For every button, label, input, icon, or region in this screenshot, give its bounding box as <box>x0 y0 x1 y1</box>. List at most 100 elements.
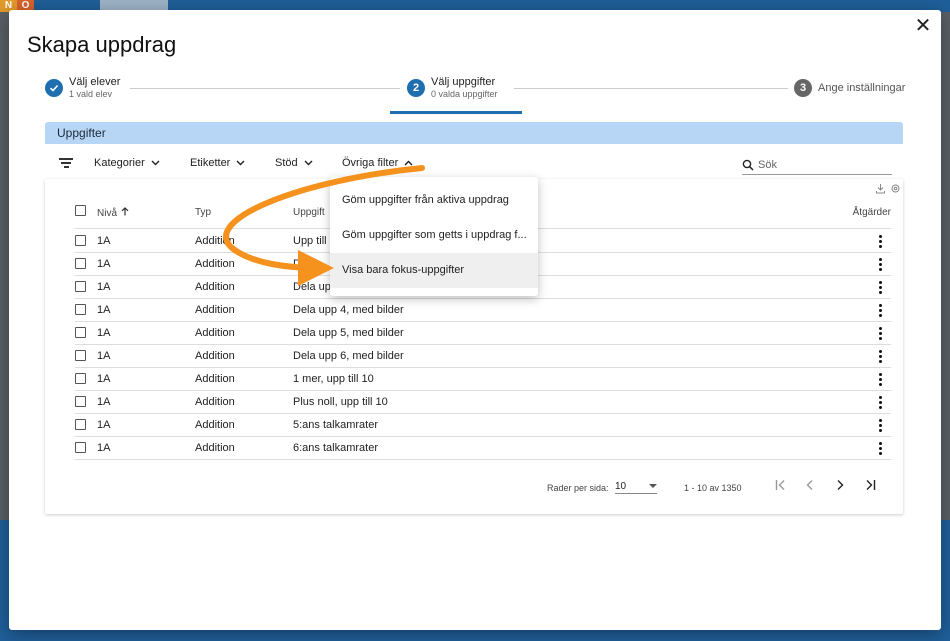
search-icon <box>742 158 756 172</box>
step-select-tasks[interactable]: 2 Välj uppgifter 0 valda uppgifter <box>407 76 498 99</box>
step-subtitle: 1 vald elev <box>69 89 113 99</box>
cell-level: 1A <box>97 281 111 293</box>
range-text: 1 - 10 av 1350 <box>684 483 742 493</box>
menu-item-hide-assigned[interactable]: Göm uppgifter som getts i uppdrag f... <box>330 218 538 253</box>
sort-arrow-up-icon <box>121 207 129 219</box>
rows-per-page-select[interactable]: 10 <box>615 481 657 494</box>
create-assignment-modal: ✕ Skapa uppdrag Välj elever 1 vald elev … <box>9 10 941 630</box>
cell-level: 1A <box>97 396 111 408</box>
last-page-icon[interactable] <box>863 478 876 494</box>
cell-type: Addition <box>195 327 235 339</box>
table-row[interactable]: 1A Addition Dela upp 6, med bilder <box>75 345 891 368</box>
table-row[interactable]: 1A Addition Dela upp 4, med bilder <box>75 299 891 322</box>
cell-level: 1A <box>97 327 111 339</box>
settings-icon[interactable] <box>890 183 901 194</box>
cell-type: Addition <box>195 350 235 362</box>
other-filters-menu: Göm uppgifter från aktiva uppdrag Göm up… <box>330 177 538 296</box>
more-actions-icon[interactable] <box>879 327 883 340</box>
previous-page-icon[interactable] <box>805 478 815 494</box>
more-actions-icon[interactable] <box>879 350 883 363</box>
step-subtitle: 0 valda uppgifter <box>431 89 498 99</box>
more-actions-icon[interactable] <box>879 419 883 432</box>
filter-other-button[interactable]: Övriga filter <box>342 157 413 169</box>
filter-label: Etiketter <box>190 157 231 169</box>
table-row[interactable]: 1A Addition Dela upp 5, med bilder <box>75 322 891 345</box>
cell-type: Addition <box>195 419 235 431</box>
filter-icon[interactable] <box>59 158 73 168</box>
step-settings[interactable]: 3 Ange inställningar <box>794 79 905 97</box>
cell-task: 6:ans talkamrater <box>293 442 378 454</box>
cell-task: Dela upp 4, med bilder <box>293 304 404 316</box>
select-all-checkbox[interactable] <box>75 205 86 216</box>
filter-bar: Kategorier Etiketter Stöd Övriga filter <box>45 150 903 178</box>
filter-label: Kategorier <box>94 157 145 169</box>
step-title: Välj elever <box>69 76 121 88</box>
menu-item-hide-active[interactable]: Göm uppgifter från aktiva uppdrag <box>330 183 538 218</box>
next-page-icon[interactable] <box>835 478 845 494</box>
cell-task: Dela upp 6, med bilder <box>293 350 404 362</box>
chevron-down-icon <box>304 158 313 168</box>
step-number: 2 <box>407 78 425 97</box>
more-actions-icon[interactable] <box>879 258 883 271</box>
more-actions-icon[interactable] <box>879 304 883 317</box>
row-checkbox[interactable] <box>75 281 86 292</box>
column-type[interactable]: Typ <box>195 207 211 218</box>
pagination: Rader per sida: 10 1 - 10 av 1350 <box>45 475 903 505</box>
rows-per-page-label: Rader per sida: <box>547 483 609 493</box>
column-task[interactable]: Uppgift <box>293 207 325 218</box>
step-number: 3 <box>794 79 812 97</box>
more-actions-icon[interactable] <box>879 442 883 455</box>
row-checkbox[interactable] <box>75 350 86 361</box>
cell-level: 1A <box>97 258 111 270</box>
cell-task: 1 mer, upp till 10 <box>293 373 374 385</box>
filter-support-button[interactable]: Stöd <box>275 157 313 169</box>
more-actions-icon[interactable] <box>879 396 883 409</box>
caret-down-icon <box>649 484 657 488</box>
cell-level: 1A <box>97 419 111 431</box>
close-icon[interactable]: ✕ <box>913 16 933 36</box>
row-checkbox[interactable] <box>75 373 86 384</box>
table-row[interactable]: 1A Addition 5:ans talkamrater <box>75 414 891 437</box>
cell-task: 5:ans talkamrater <box>293 419 378 431</box>
search-field <box>742 155 892 175</box>
row-checkbox[interactable] <box>75 442 86 453</box>
step-select-students[interactable]: Välj elever 1 vald elev <box>45 76 120 99</box>
download-icon[interactable] <box>875 183 886 194</box>
modal-title: Skapa uppdrag <box>27 32 177 57</box>
chevron-up-icon <box>404 158 413 168</box>
more-actions-icon[interactable] <box>879 281 883 294</box>
row-checkbox[interactable] <box>75 258 86 269</box>
cell-task: Dela upp 5, med bilder <box>293 327 404 339</box>
filter-tags-button[interactable]: Etiketter <box>190 157 245 169</box>
table-row[interactable]: 1A Addition 1 mer, upp till 10 <box>75 368 891 391</box>
cell-type: Addition <box>195 396 235 408</box>
more-actions-icon[interactable] <box>879 373 883 386</box>
more-actions-icon[interactable] <box>879 235 883 248</box>
cell-level: 1A <box>97 235 111 247</box>
section-header: Uppgifter <box>45 122 903 144</box>
row-checkbox[interactable] <box>75 419 86 430</box>
row-checkbox[interactable] <box>75 396 86 407</box>
search-input[interactable] <box>758 158 888 171</box>
cell-task: Dela <box>293 258 316 270</box>
column-level[interactable]: Nivå <box>97 207 129 219</box>
cell-type: Addition <box>195 281 235 293</box>
table-row[interactable]: 1A Addition Plus noll, upp till 10 <box>75 391 891 414</box>
row-checkbox[interactable] <box>75 327 86 338</box>
cell-task: Plus noll, upp till 10 <box>293 396 388 408</box>
first-page-icon[interactable] <box>775 478 788 494</box>
active-step-indicator <box>390 111 522 114</box>
filter-label: Stöd <box>275 157 298 169</box>
cell-level: 1A <box>97 373 111 385</box>
step-title: Ange inställningar <box>818 82 906 94</box>
filter-label: Övriga filter <box>342 157 399 169</box>
filter-categories-button[interactable]: Kategorier <box>94 157 160 169</box>
table-tools <box>875 183 901 194</box>
chevron-down-icon <box>151 158 160 168</box>
table-row[interactable]: 1A Addition 6:ans talkamrater <box>75 437 891 460</box>
row-checkbox[interactable] <box>75 235 86 246</box>
menu-item-focus-only[interactable]: Visa bara fokus-uppgifter <box>330 253 538 288</box>
rows-per-page-value: 10 <box>615 481 627 492</box>
background-tab <box>100 0 168 10</box>
row-checkbox[interactable] <box>75 304 86 315</box>
